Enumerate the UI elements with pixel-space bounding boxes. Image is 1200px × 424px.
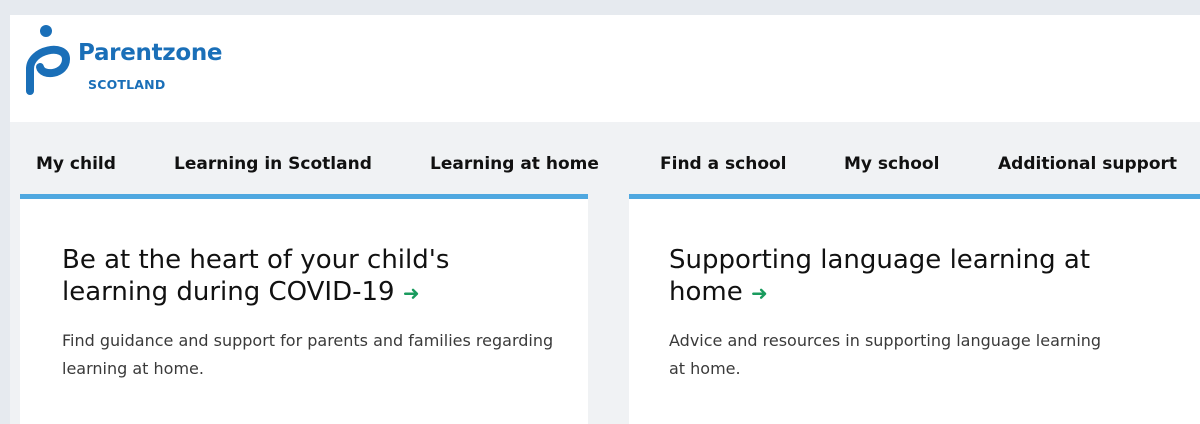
logo-title: Parentzone xyxy=(78,40,223,66)
nav-item-learning-in-scotland[interactable]: Learning in Scotland xyxy=(174,154,372,174)
nav-item-my-child[interactable]: My child xyxy=(36,154,116,174)
parentzone-logo[interactable]: Parentzone SCOTLAND xyxy=(22,23,262,103)
nav-item-my-school[interactable]: My school xyxy=(844,154,939,174)
parentzone-logo-icon xyxy=(26,25,71,95)
nav-item-learning-at-home[interactable]: Learning at home xyxy=(430,154,599,174)
nav-item-additional-support[interactable]: Additional support xyxy=(998,154,1177,174)
card-title-link[interactable]: Be at the heart of your child's learning… xyxy=(62,244,542,309)
card-description: Advice and resources in supporting langu… xyxy=(669,331,1102,378)
arrow-right-icon: ➜ xyxy=(750,281,768,305)
card-title-link[interactable]: Supporting language learning at home ➜ xyxy=(669,244,1169,309)
site-header: Parentzone SCOTLAND xyxy=(10,15,1200,122)
page: Parentzone SCOTLAND My child Learning in… xyxy=(10,15,1200,424)
card-title-text: Supporting language learning at home xyxy=(669,245,1091,307)
card-language-learning[interactable]: Supporting language learning at home ➜ A… xyxy=(629,194,1200,424)
card-title-text: Be at the heart of your child's learning… xyxy=(62,245,450,307)
card-covid-learning[interactable]: Be at the heart of your child's learning… xyxy=(20,194,588,424)
nav-item-find-a-school[interactable]: Find a school xyxy=(660,154,787,174)
arrow-right-icon: ➜ xyxy=(402,281,420,305)
main-navigation: My child Learning in Scotland Learning a… xyxy=(10,122,1200,194)
logo-subtitle: SCOTLAND xyxy=(88,77,166,92)
card-description: Find guidance and support for parents an… xyxy=(62,331,554,378)
